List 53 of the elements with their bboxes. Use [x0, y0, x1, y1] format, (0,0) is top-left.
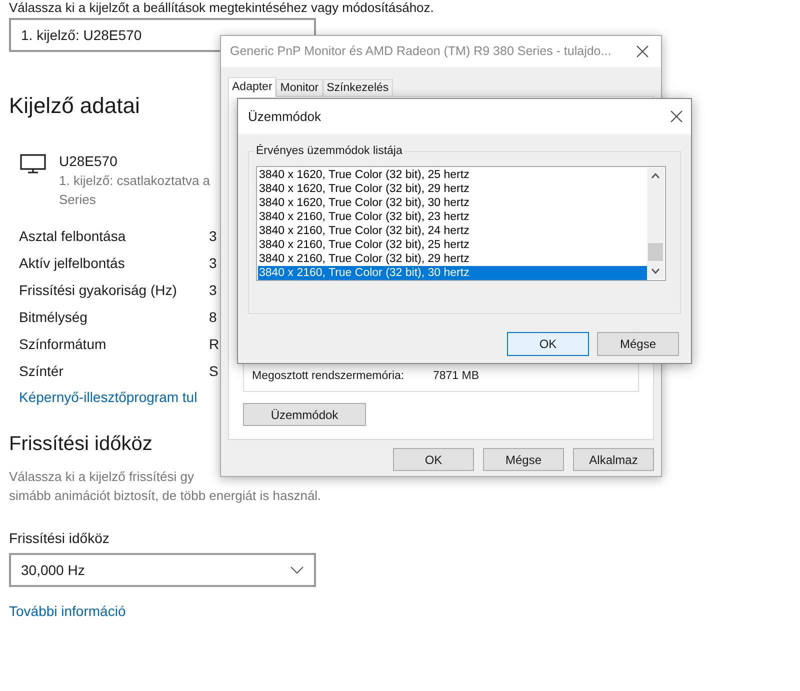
section-heading: Kijelző adatai — [9, 92, 140, 120]
description-text: simább animációt biztosít, de több energiát is használ. — [9, 487, 322, 505]
property-value: 3 — [209, 281, 217, 300]
scroll-up-icon[interactable] — [651, 173, 660, 179]
property-value: S — [209, 362, 218, 381]
mode-item[interactable]: 3840 x 1620, True Color (32 bit), 25 hertz — [258, 168, 647, 182]
tab[interactable]: Monitor — [276, 79, 323, 96]
refresh-rate-select[interactable]: 30,000 Hz — [9, 553, 316, 587]
mode-item[interactable]: 3840 x 1620, True Color (32 bit), 30 hertz — [258, 196, 647, 210]
dialog-button[interactable]: OK — [393, 448, 474, 471]
property-value: 3 — [209, 227, 217, 246]
mode-item[interactable]: 3840 x 2160, True Color (32 bit), 23 hertz — [258, 210, 647, 224]
group-label: Érvényes üzemmódok listája — [254, 143, 404, 159]
property-label: Színformátum — [19, 335, 108, 354]
chevron-down-icon — [290, 566, 304, 574]
description-text: Válassza ki a kijelző frissítési gy — [9, 468, 195, 486]
dialog-button[interactable]: Alkalmaz — [573, 448, 654, 471]
monitor-detail-text: 1. kijelző: csatlakoztatva a — [59, 172, 210, 190]
memory-value: 7871 MB — [433, 368, 480, 384]
property-label: Asztal felbontása — [19, 227, 127, 246]
scroll-thumb[interactable] — [648, 242, 663, 260]
mode-item[interactable]: 3840 x 2160, True Color (32 bit), 25 hertz — [258, 238, 647, 252]
property-value: R — [209, 335, 220, 354]
property-label: Aktív jelfelbontás — [19, 254, 126, 273]
memory-label: Megosztott rendszermemória: — [252, 368, 406, 384]
scrollbar[interactable] — [647, 168, 664, 279]
monitor-name: U28E570 — [59, 152, 118, 171]
field-label: Frissítési időköz — [9, 529, 110, 547]
close-icon[interactable] — [636, 45, 649, 58]
dialog-button[interactable]: OK — [507, 332, 589, 356]
mode-item[interactable]: 3840 x 2160, True Color (32 bit), 29 hertz — [258, 252, 647, 266]
mode-item[interactable]: 3840 x 2160, True Color (32 bit), 24 hertz — [258, 224, 647, 238]
dialog-title: Üzemmódok — [248, 108, 321, 126]
property-value: 8 — [209, 308, 217, 327]
dialog-button[interactable]: Mégse — [597, 332, 679, 356]
more-info-link[interactable]: További információ — [9, 602, 126, 620]
tab[interactable]: Színkezelés — [322, 79, 393, 96]
modes-button[interactable]: Üzemmódok — [243, 403, 366, 426]
mode-item[interactable]: 3840 x 1620, True Color (32 bit), 29 hertz — [258, 182, 647, 196]
property-value: 3 — [209, 254, 217, 273]
property-label: Frissítési gyakoriság (Hz) — [19, 281, 178, 300]
modes-list[interactable] — [256, 166, 666, 281]
mode-item[interactable]: 3840 x 2160, True Color (32 bit), 30 hertz — [258, 266, 647, 280]
monitor-icon — [20, 154, 46, 174]
close-icon[interactable] — [670, 110, 683, 123]
section-heading: Frissítési időköz — [9, 432, 152, 457]
monitor-detail-text: Series — [59, 191, 97, 209]
property-label: Színtér — [19, 362, 64, 381]
property-label: Bitmélység — [19, 308, 88, 327]
scroll-down-icon[interactable] — [651, 268, 660, 274]
dialog-button[interactable]: Mégse — [483, 448, 564, 471]
instruction-text: Válassza ki a kijelzőt a beállítások megtekintéséhez vagy módosításához. — [9, 0, 435, 15]
tab[interactable]: Adapter — [228, 77, 276, 97]
